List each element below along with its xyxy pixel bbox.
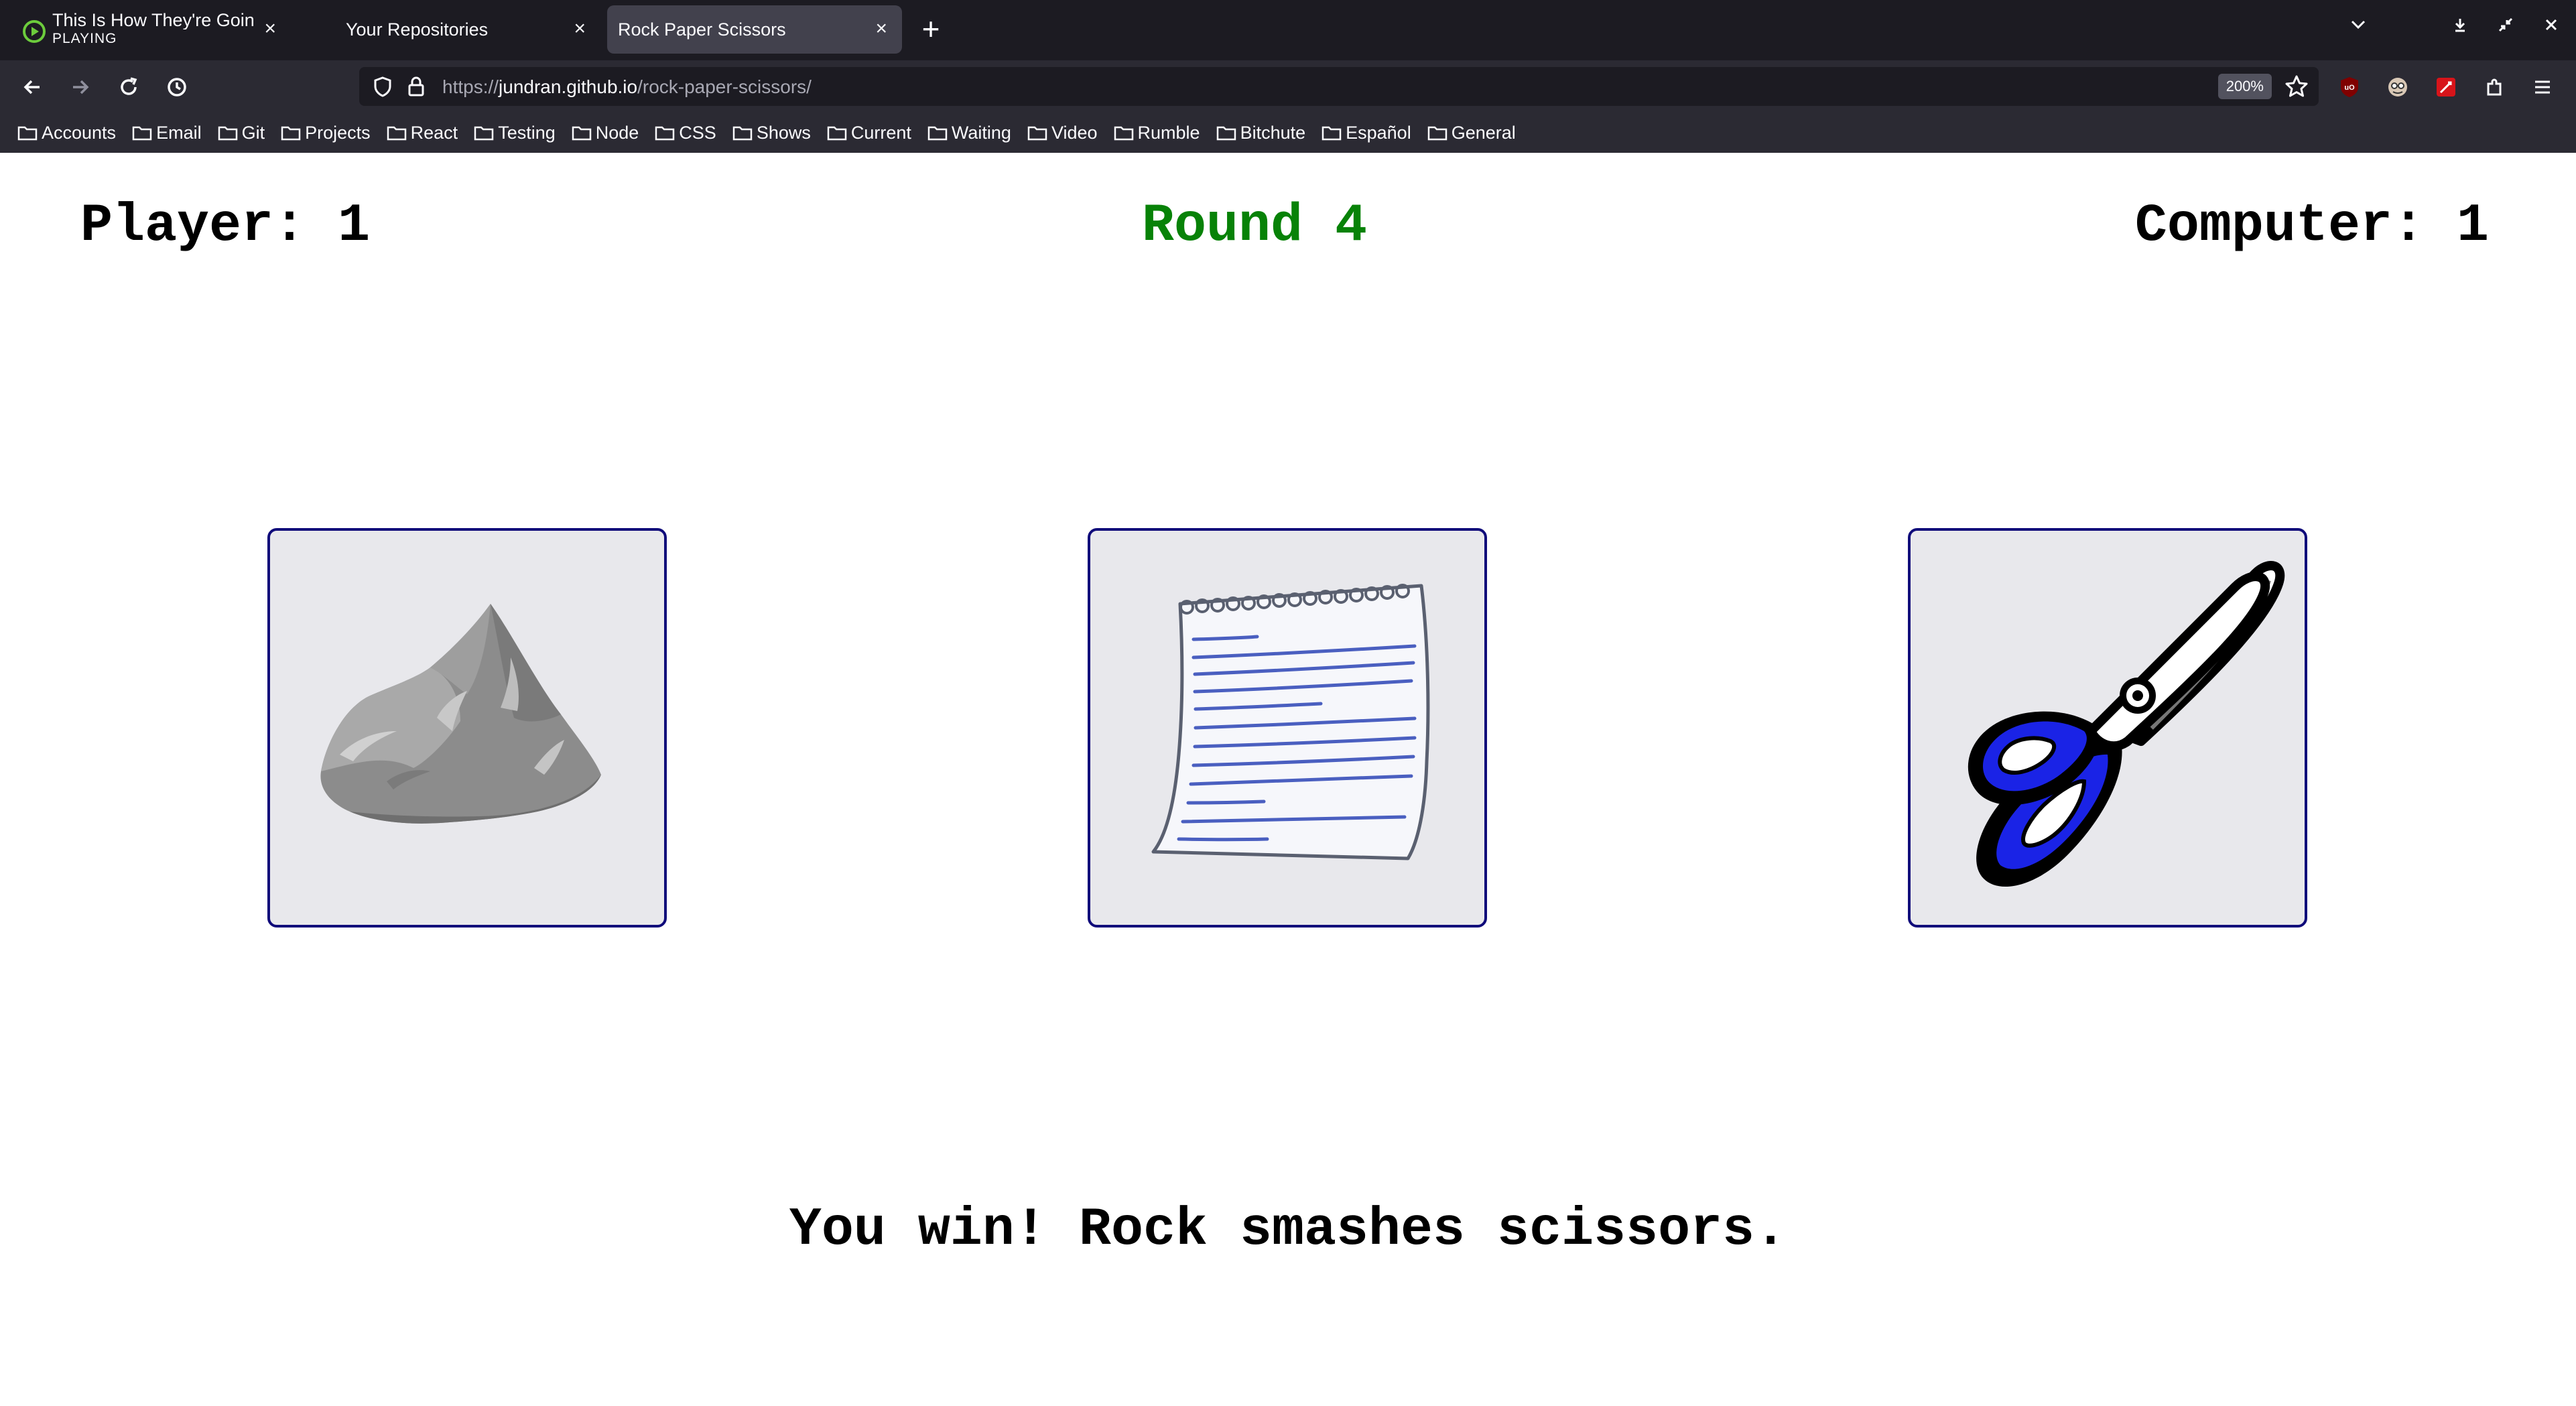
bookmarks-toolbar: Accounts Email Git Projects React Testin… bbox=[0, 113, 2576, 153]
zoom-level-badge[interactable]: 200% bbox=[2217, 74, 2272, 99]
folder-icon bbox=[1427, 126, 1447, 141]
back-icon[interactable] bbox=[16, 71, 48, 103]
game-page: Player: 1 Round 4 Computer: 1 You win! R… bbox=[0, 153, 2576, 1406]
bookmark-label: Accounts bbox=[42, 122, 117, 143]
tab-playing-label: PLAYING bbox=[52, 31, 117, 46]
bookmark-folder[interactable]: Rumble bbox=[1114, 123, 1200, 143]
folder-icon bbox=[474, 126, 494, 141]
url-path: /rock-paper-scissors/ bbox=[637, 76, 812, 97]
player-score: Player: 1 bbox=[80, 196, 371, 257]
tab-repositories[interactable]: Your Repositories × bbox=[326, 5, 600, 54]
bookmark-folder[interactable]: Bitchute bbox=[1216, 122, 1306, 143]
bookmark-label: Video bbox=[1051, 122, 1098, 143]
bookmark-label: Español bbox=[1346, 122, 1411, 143]
bookmark-label: Projects bbox=[305, 122, 371, 143]
round-counter: Round 4 bbox=[1142, 196, 1368, 257]
url-scheme: https:// bbox=[442, 76, 499, 97]
close-window-icon[interactable] bbox=[2541, 15, 2561, 40]
bookmark-label: Node bbox=[595, 122, 639, 143]
folder-icon bbox=[218, 126, 237, 141]
scissors-icon bbox=[1968, 561, 2285, 887]
bookmark-folder[interactable]: Git bbox=[218, 123, 265, 143]
folder-icon bbox=[132, 126, 152, 141]
rock-button[interactable] bbox=[267, 528, 667, 928]
computer-score: Computer: 1 bbox=[2134, 196, 2489, 257]
extension-face-icon[interactable] bbox=[2382, 71, 2414, 103]
bookmark-label: Current bbox=[850, 122, 911, 143]
bookmark-label: Bitchute bbox=[1240, 122, 1306, 143]
extensions-puzzle-icon[interactable] bbox=[2478, 71, 2510, 103]
list-tabs-icon[interactable] bbox=[2348, 15, 2368, 40]
bookmark-folder[interactable]: Español bbox=[1322, 123, 1411, 143]
ublock-icon[interactable]: uO bbox=[2333, 71, 2366, 103]
new-tab-button[interactable]: + bbox=[914, 13, 948, 47]
tab-title: Your Repositories bbox=[346, 19, 489, 40]
bookmark-label: Waiting bbox=[951, 122, 1011, 143]
bookmark-folder[interactable]: Accounts bbox=[17, 123, 116, 143]
tab-title: This Is How They're Going T bbox=[52, 11, 253, 29]
bookmark-label: CSS bbox=[679, 122, 716, 143]
navigation-toolbar: https://jundran.github.io/rock-paper-sci… bbox=[0, 60, 2576, 113]
folder-icon bbox=[927, 126, 948, 141]
tab-rock-paper-scissors[interactable]: Rock Paper Scissors × bbox=[607, 5, 902, 54]
tab-close-icon[interactable]: × bbox=[574, 19, 586, 39]
forward-icon[interactable] bbox=[64, 71, 96, 103]
bookmark-folder[interactable]: Node bbox=[572, 123, 639, 143]
scissors-button[interactable] bbox=[1908, 528, 2307, 928]
paper-icon bbox=[1151, 584, 1430, 860]
folder-icon bbox=[1114, 126, 1133, 141]
bookmark-folder[interactable]: Waiting bbox=[927, 123, 1011, 143]
folder-icon bbox=[572, 126, 591, 141]
bookmark-folder[interactable]: CSS bbox=[655, 123, 716, 143]
paper-button[interactable] bbox=[1088, 528, 1487, 928]
bookmark-label: Rumble bbox=[1137, 122, 1200, 143]
folder-icon bbox=[17, 126, 38, 141]
folder-icon bbox=[827, 126, 847, 141]
rock-icon bbox=[320, 604, 601, 824]
url-text[interactable]: https://jundran.github.io/rock-paper-sci… bbox=[442, 76, 812, 98]
folder-icon bbox=[732, 126, 753, 141]
folder-icon bbox=[281, 126, 301, 141]
bookmark-label: Testing bbox=[498, 122, 556, 143]
tab-music[interactable]: This Is How They're Going T PLAYING × bbox=[9, 5, 291, 54]
bookmark-label: General bbox=[1451, 122, 1516, 143]
tab-title: Rock Paper Scissors bbox=[618, 19, 786, 40]
bookmark-folder[interactable]: Video bbox=[1027, 123, 1098, 143]
folder-icon bbox=[655, 126, 675, 141]
tab-close-icon[interactable]: × bbox=[264, 19, 276, 39]
url-host: jundran.github.io bbox=[499, 76, 638, 97]
bookmark-folder[interactable]: React bbox=[387, 123, 458, 143]
tab-close-icon[interactable]: × bbox=[875, 19, 887, 39]
folder-icon bbox=[387, 126, 406, 141]
download-icon[interactable] bbox=[2450, 15, 2470, 40]
url-bar[interactable]: https://jundran.github.io/rock-paper-sci… bbox=[359, 67, 2319, 106]
bookmark-folder[interactable]: Shows bbox=[732, 123, 811, 143]
restore-window-icon[interactable] bbox=[2496, 15, 2516, 40]
extension-red-icon[interactable] bbox=[2430, 71, 2462, 103]
round-result-message: You win! Rock smashes scissors. bbox=[789, 1200, 1787, 1261]
bookmark-label: Shows bbox=[756, 122, 811, 143]
bookmark-folder[interactable]: General bbox=[1427, 123, 1516, 143]
tab-strip: This Is How They're Going T PLAYING × Yo… bbox=[0, 0, 2576, 60]
playing-icon bbox=[23, 20, 46, 43]
bookmark-folder[interactable]: Testing bbox=[474, 123, 556, 143]
bookmark-folder[interactable]: Email bbox=[132, 123, 202, 143]
bookmark-label: React bbox=[410, 122, 458, 143]
bookmark-label: Email bbox=[156, 122, 202, 143]
menu-icon[interactable] bbox=[2526, 71, 2559, 103]
svg-text:uO: uO bbox=[2344, 84, 2355, 92]
folder-icon bbox=[1216, 126, 1236, 141]
folder-icon bbox=[1027, 126, 1047, 141]
browser-chrome: This Is How They're Going T PLAYING × Yo… bbox=[0, 0, 2576, 153]
folder-icon bbox=[1322, 126, 1342, 141]
shield-icon[interactable] bbox=[371, 75, 394, 98]
lock-icon[interactable] bbox=[406, 75, 426, 98]
bookmark-star-icon[interactable] bbox=[2284, 74, 2309, 99]
reload-icon[interactable] bbox=[113, 71, 145, 103]
bookmark-label: Git bbox=[241, 122, 265, 143]
bookmark-folder[interactable]: Current bbox=[827, 123, 911, 143]
bookmark-folder[interactable]: Projects bbox=[281, 123, 371, 143]
history-icon[interactable] bbox=[161, 71, 193, 103]
